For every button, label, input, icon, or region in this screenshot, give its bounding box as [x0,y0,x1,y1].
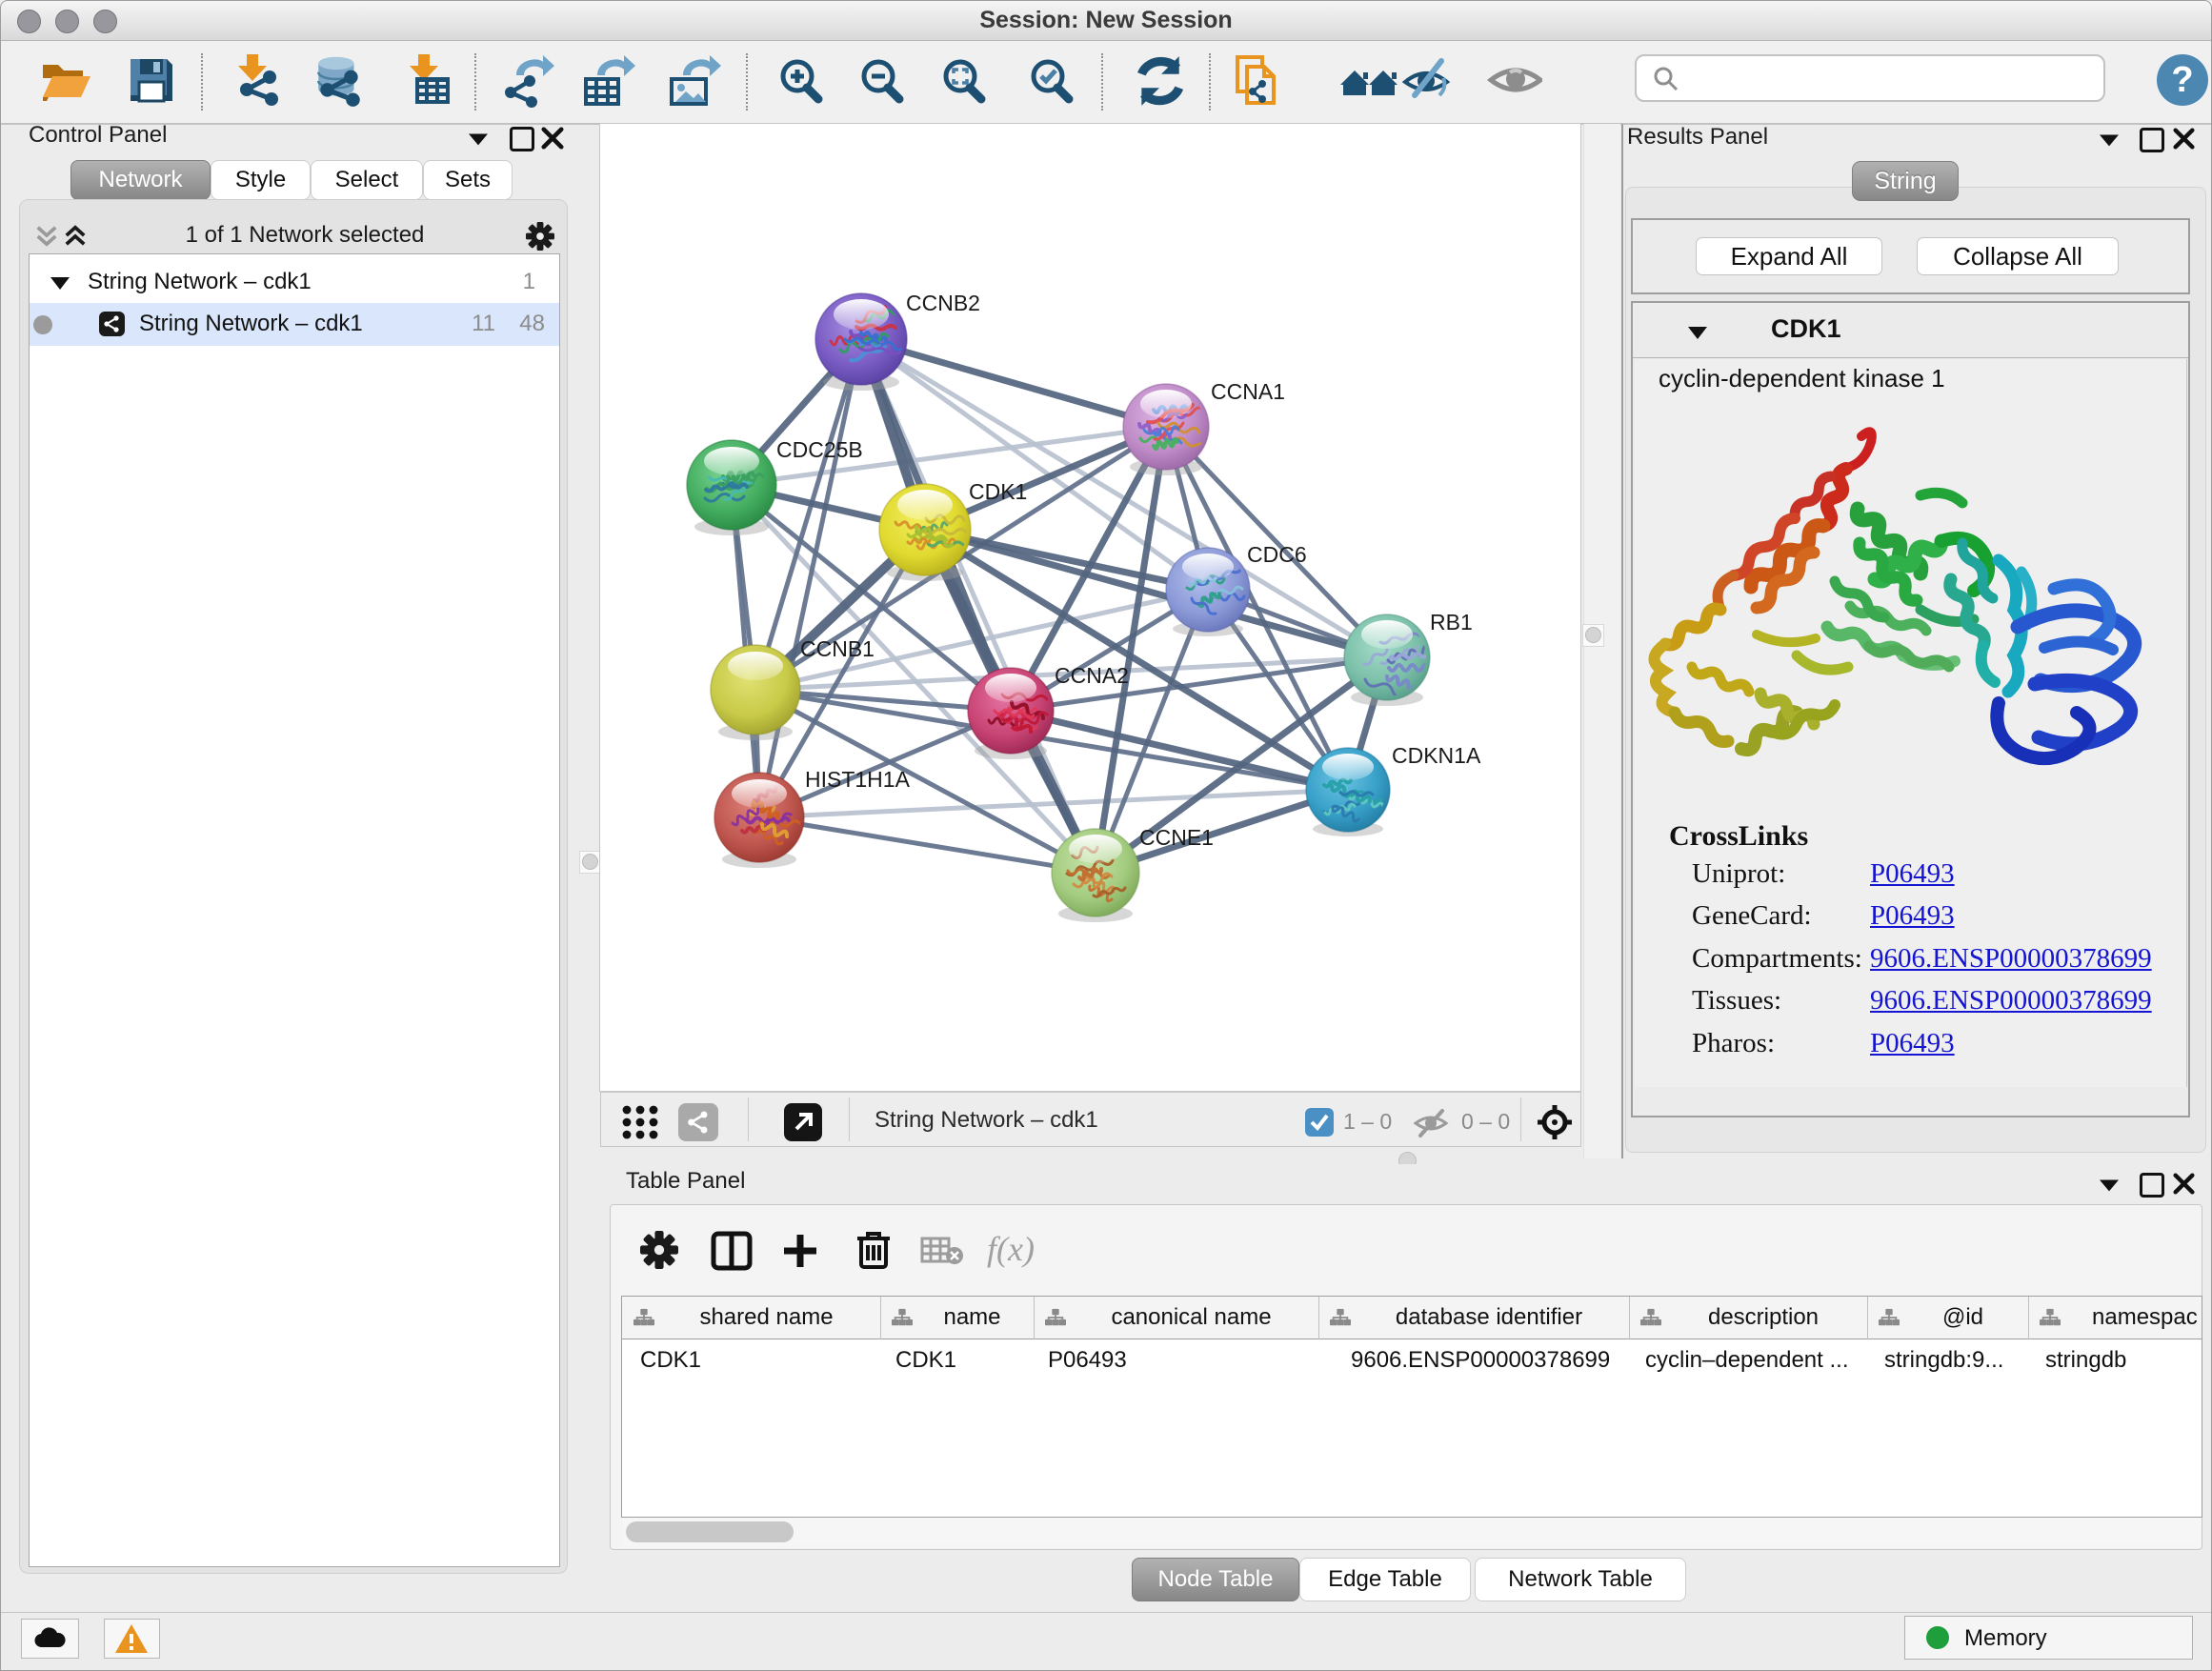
svg-text:CDKN1A: CDKN1A [1392,743,1481,768]
svg-text:CDC6: CDC6 [1247,542,1307,567]
svg-text:CCNA1: CCNA1 [1211,379,1285,404]
svg-text:CCNA2: CCNA2 [1055,663,1129,688]
svg-text:CCNE1: CCNE1 [1139,825,1214,850]
svg-text:CDK1: CDK1 [969,479,1027,504]
svg-text:CCNB2: CCNB2 [906,291,980,315]
svg-text:CCNB1: CCNB1 [800,636,875,661]
svg-text:RB1: RB1 [1430,610,1473,634]
svg-text:HIST1H1A: HIST1H1A [805,767,911,792]
svg-text:CDC25B: CDC25B [776,437,863,462]
